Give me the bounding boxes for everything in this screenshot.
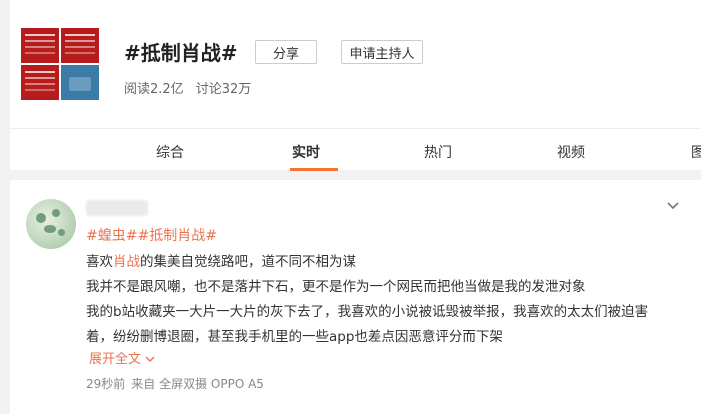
tab-realtime[interactable]: 实时 bbox=[292, 142, 320, 162]
topic-stats: 阅读2.2亿 讨论32万 bbox=[124, 78, 251, 97]
post-time[interactable]: 29秒前 bbox=[86, 375, 125, 392]
chevron-down-icon[interactable] bbox=[666, 200, 680, 214]
post-text: 的集美自觉绕路吧，道不同不相为谋 bbox=[140, 254, 356, 270]
tab-comprehensive[interactable]: 综合 bbox=[156, 142, 184, 162]
post-text: 喜欢 bbox=[86, 254, 113, 270]
post-line-1: 喜欢肖战的集美自觉绕路吧，道不同不相为谋 bbox=[86, 250, 356, 270]
tag-link[interactable]: #蝗虫# bbox=[86, 228, 137, 244]
tab-video[interactable]: 视频 bbox=[557, 142, 585, 162]
tab-hot[interactable]: 热门 bbox=[424, 142, 452, 162]
post-line-2: 我并不是跟风嘲，也不是落井下石，更不是作为一个网民而把他当做是我的发泄对象 bbox=[86, 279, 586, 295]
share-button[interactable]: 分享 bbox=[255, 40, 317, 64]
tab-images[interactable]: 图 bbox=[691, 142, 701, 162]
read-count: 阅读2.2亿 bbox=[124, 82, 184, 97]
active-tab-indicator bbox=[290, 168, 338, 171]
apply-host-button[interactable]: 申请主持人 bbox=[341, 40, 423, 64]
post-line-3: 我的b站收藏夹一大片一大片的灰下去了，我喜欢的小说被诋毁被举报，我喜欢的太太们被… bbox=[86, 304, 649, 320]
tab-bar: 综合 实时 热门 视频 图 bbox=[10, 128, 701, 171]
post-source: 来自 全屏双摄 OPPO A5 bbox=[131, 377, 264, 391]
username-blurred[interactable] bbox=[86, 200, 148, 216]
topic-title: #抵制肖战# bbox=[124, 41, 238, 65]
post-line-4: 着，纷纷删博退圈，甚至我手机里的一些app也差点因恶意评分而下架 bbox=[86, 329, 503, 345]
highlight-keyword[interactable]: 肖战 bbox=[113, 254, 140, 270]
expand-label: 展开全文 bbox=[89, 352, 142, 367]
post-tags: #蝗虫##抵制肖战# bbox=[86, 225, 217, 245]
chevron-down-icon bbox=[145, 356, 155, 362]
expand-full-text-button[interactable]: 展开全文 bbox=[89, 348, 155, 367]
topic-cover-image bbox=[21, 28, 99, 100]
tag-link[interactable]: #抵制肖战# bbox=[137, 228, 216, 244]
post-meta: 29秒前 来自 全屏双摄 OPPO A5 bbox=[86, 375, 264, 392]
discussion-count: 讨论32万 bbox=[195, 82, 252, 97]
avatar[interactable] bbox=[26, 199, 76, 249]
